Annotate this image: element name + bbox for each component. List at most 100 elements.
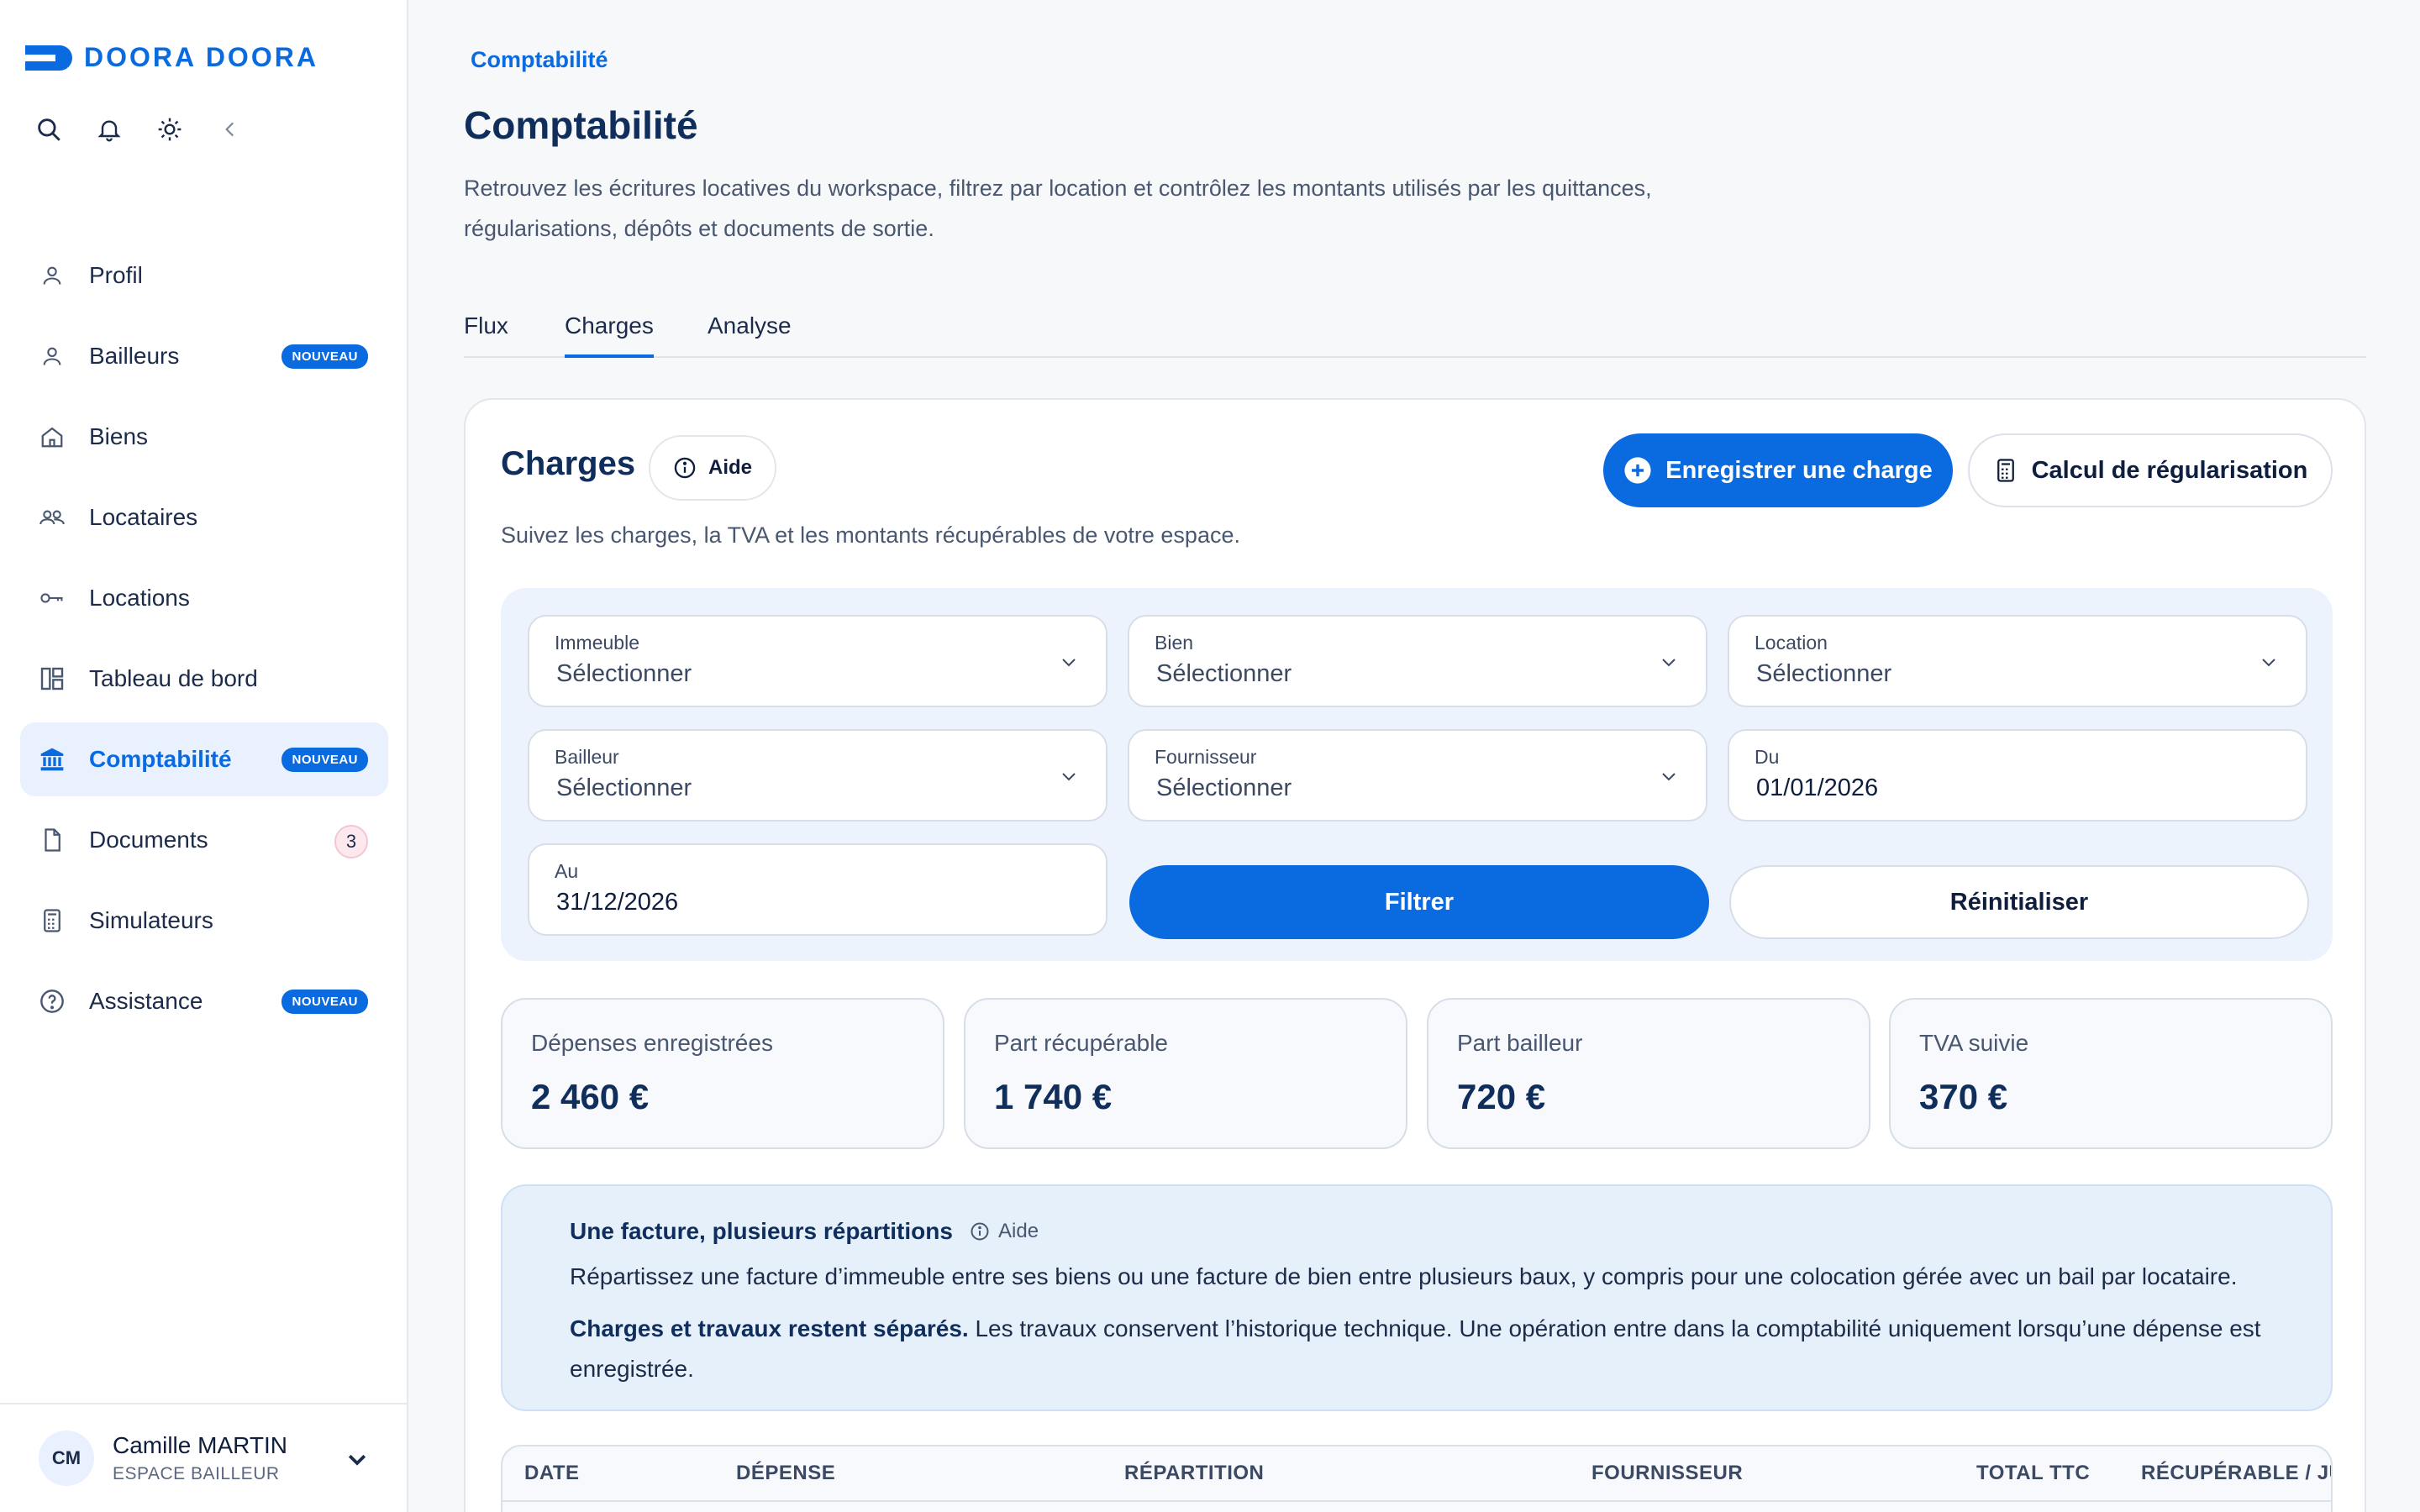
info-icon (674, 457, 696, 479)
sidebar-item-label: Locataires (89, 504, 198, 530)
column-header-repartition[interactable]: RÉPARTITION (1124, 1462, 1264, 1485)
stat-label: TVA suivie (1919, 1030, 2029, 1056)
sidebar: DOORA DOORA Profil Bailleurs NOUVEAU Bie… (0, 0, 408, 1512)
info-text: Charges et travaux restent séparés. Les … (570, 1309, 2301, 1389)
field-label: Au (555, 860, 579, 882)
regularisation-button[interactable]: Calcul de régularisation (1968, 433, 2333, 507)
chevron-down-icon (1659, 766, 1679, 790)
stat-value: 1 740 € (994, 1077, 1113, 1116)
field-value: Sélectionner (556, 774, 692, 801)
sidebar-item-simulateurs[interactable]: Simulateurs (20, 884, 388, 958)
tab-charges[interactable]: Charges (565, 312, 654, 358)
filter-button[interactable]: Filtrer (1129, 865, 1709, 939)
document-count-badge: 3 (334, 825, 368, 858)
bien-select[interactable]: Bien Sélectionner (1128, 615, 1707, 707)
add-charge-label: Enregistrer une charge (1665, 456, 1933, 484)
sidebar-item-label: Simulateurs (89, 907, 213, 933)
sidebar-item-comptabilite[interactable]: Comptabilité NOUVEAU (20, 722, 388, 796)
logo-mark-icon (25, 45, 72, 71)
help-icon (37, 986, 67, 1016)
user-role: ESPACE BAILLEUR (113, 1464, 280, 1483)
help-label: Aide (708, 456, 752, 479)
sidebar-item-assistance[interactable]: Assistance NOUVEAU (20, 964, 388, 1038)
bailleur-select[interactable]: Bailleur Sélectionner (528, 729, 1107, 822)
chevron-down-icon (2259, 652, 2279, 676)
sidebar-item-biens[interactable]: Biens (20, 400, 388, 474)
tabs: Flux Charges Analyse (464, 306, 2366, 358)
user-info: Camille MARTIN ESPACE BAILLEUR (113, 1432, 287, 1484)
page-title: Comptabilité (464, 103, 698, 147)
chevron-left-icon[interactable] (215, 114, 245, 144)
sidebar-item-label: Tableau de bord (89, 665, 258, 691)
field-label: Bailleur (555, 746, 619, 768)
dashboard-icon (37, 664, 67, 694)
regularisation-label: Calcul de régularisation (2031, 456, 2308, 484)
sidebar-item-label: Assistance (89, 988, 203, 1014)
stat-label: Dépenses enregistrées (531, 1030, 773, 1056)
location-select[interactable]: Location Sélectionner (1728, 615, 2307, 707)
bell-icon[interactable] (94, 114, 124, 144)
sidebar-item-documents[interactable]: Documents 3 (20, 803, 388, 877)
charges-subtitle: Suivez les charges, la TVA et les montan… (501, 522, 1240, 548)
info-text: Répartissez une facture d’immeuble entre… (570, 1263, 2238, 1289)
tab-analyse[interactable]: Analyse (708, 312, 792, 354)
sidebar-item-locations[interactable]: Locations (20, 561, 388, 635)
new-badge: NOUVEAU (281, 344, 368, 369)
brand-name: DOORA DOORA (84, 42, 318, 72)
sidebar-item-label: Comptabilité (89, 746, 232, 772)
column-header-depense[interactable]: DÉPENSE (736, 1462, 835, 1485)
sidebar-item-bailleurs[interactable]: Bailleurs NOUVEAU (20, 319, 388, 393)
chevron-down-icon[interactable] (345, 1446, 370, 1476)
sidebar-item-tableau-de-bord[interactable]: Tableau de bord (20, 642, 388, 716)
date-from-field[interactable]: Du 01/01/2026 (1728, 729, 2307, 822)
chevron-down-icon (1659, 652, 1679, 676)
info-text-bold: Charges et travaux restent séparés. (570, 1315, 969, 1341)
field-value: Sélectionner (1756, 660, 1892, 687)
column-header-total-ttc[interactable]: TOTAL TTC (1976, 1462, 2090, 1485)
document-icon (37, 825, 67, 855)
field-label: Fournisseur (1155, 746, 1257, 768)
charges-table: DATE DÉPENSE RÉPARTITION FOURNISSEUR TOT… (501, 1445, 2333, 1512)
immeuble-select[interactable]: Immeuble Sélectionner (528, 615, 1107, 707)
field-value: Sélectionner (556, 660, 692, 687)
fournisseur-select[interactable]: Fournisseur Sélectionner (1128, 729, 1707, 822)
info-icon (971, 1222, 989, 1241)
calculator-icon (1996, 459, 2014, 482)
plus-circle-icon (1624, 457, 1651, 484)
stat-card-depenses: Dépenses enregistrées 2 460 € (501, 998, 944, 1149)
help-button[interactable]: Aide (649, 435, 776, 501)
bank-icon (37, 744, 67, 774)
chevron-down-icon (1059, 652, 1079, 676)
sidebar-item-label: Profil (89, 262, 143, 288)
tab-flux[interactable]: Flux (464, 312, 508, 354)
date-to-field[interactable]: Au 31/12/2026 (528, 843, 1107, 936)
info-help-label: Aide (998, 1220, 1039, 1242)
reset-button[interactable]: Réinitialiser (1729, 865, 2309, 939)
info-help-link[interactable]: Aide (970, 1220, 1039, 1243)
key-icon (37, 583, 67, 613)
sidebar-item-profil[interactable]: Profil (20, 239, 388, 312)
field-label: Du (1754, 746, 1780, 768)
stat-value: 2 460 € (531, 1077, 650, 1116)
add-charge-button[interactable]: Enregistrer une charge (1603, 433, 1953, 507)
column-header-date[interactable]: DATE (524, 1462, 580, 1485)
calculator-icon (37, 906, 67, 936)
filters-panel: Immeuble Sélectionner Bien Sélectionner … (501, 588, 2333, 961)
field-label: Immeuble (555, 632, 639, 654)
user-menu[interactable]: CM Camille MARTIN ESPACE BAILLEUR (0, 1403, 408, 1512)
info-callout: Une facture, plusieurs répartitions Aide… (501, 1184, 2333, 1411)
field-value: 01/01/2026 (1756, 774, 1879, 801)
new-badge: NOUVEAU (281, 748, 368, 772)
column-header-fournisseur[interactable]: FOURNISSEUR (1591, 1462, 1743, 1485)
user-icon (37, 341, 67, 371)
new-badge: NOUVEAU (281, 990, 368, 1014)
page-description-line: régularisations, dépôts et documents de … (464, 216, 934, 241)
sun-icon[interactable] (155, 114, 185, 144)
column-header-recuperable[interactable]: RÉCUPÉRABLE / JUS (2141, 1462, 2331, 1485)
brand-logo[interactable]: DOORA DOORA (25, 42, 318, 73)
search-icon[interactable] (34, 114, 64, 144)
users-icon (37, 502, 67, 533)
sidebar-item-locataires[interactable]: Locataires (20, 480, 388, 554)
breadcrumb[interactable]: Comptabilité (471, 47, 608, 73)
sidebar-item-label: Bailleurs (89, 343, 180, 369)
